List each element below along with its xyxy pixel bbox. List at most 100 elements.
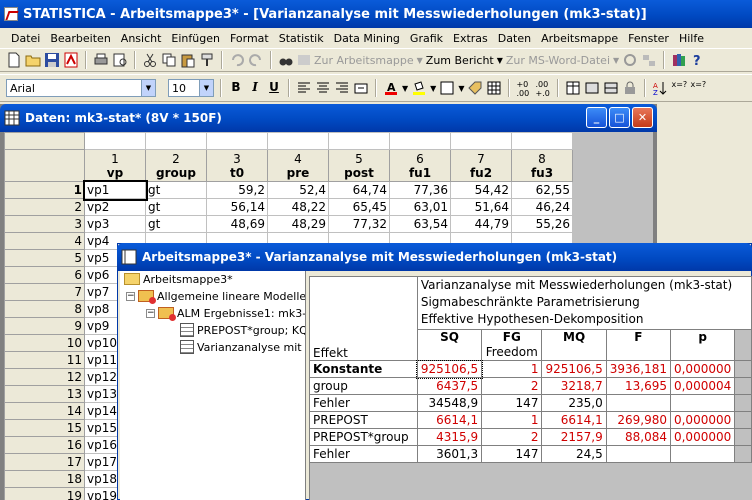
cut-icon[interactable]	[142, 52, 158, 68]
effect-cell[interactable]: Fehler	[309, 394, 418, 412]
data-cell[interactable]: 64,74	[328, 181, 390, 199]
results-cell[interactable]: 1	[481, 411, 543, 429]
results-cell[interactable]: 34548,9	[416, 394, 483, 412]
copy-icon[interactable]	[161, 52, 177, 68]
data-cell[interactable]: 77,32	[328, 215, 390, 233]
font-color-dropdown[interactable]: ▼	[402, 84, 408, 93]
results-column-header[interactable]: p	[669, 328, 736, 362]
new-file-icon[interactable]	[6, 52, 22, 68]
merge-cells-icon[interactable]	[353, 80, 369, 96]
column-header[interactable]: 3 t0	[206, 149, 268, 182]
data-cell[interactable]: gt	[145, 198, 207, 216]
font-size-select[interactable]: 10 ▼	[168, 79, 214, 97]
data-cell[interactable]: 48,29	[267, 215, 329, 233]
results-cell[interactable]: 6614,1	[541, 411, 607, 429]
tag-icon[interactable]	[467, 80, 483, 96]
data-cell[interactable]: vp3	[84, 215, 146, 233]
results-column-header[interactable]: SQ	[416, 328, 483, 362]
menu-item-fenster[interactable]: Fenster	[623, 32, 674, 45]
menu-item-bearbeiten[interactable]: Bearbeiten	[45, 32, 115, 45]
row-header[interactable]: 19	[4, 487, 85, 500]
results-cell[interactable]: 269,980	[605, 411, 671, 429]
results-cell[interactable]: 147	[481, 445, 543, 463]
results-cell[interactable]: 2	[481, 428, 543, 446]
results-cell[interactable]: 6437,5	[416, 377, 483, 395]
grid-icon[interactable]	[486, 80, 502, 96]
effect-cell[interactable]: PREPOST*group	[309, 428, 418, 446]
results-column-header[interactable]: FG Freedom	[481, 328, 543, 362]
tree-item-anova[interactable]: Varianzanalyse mit M	[180, 339, 305, 355]
menu-item-hilfe[interactable]: Hilfe	[674, 32, 709, 45]
help-icon[interactable]: ?	[690, 52, 706, 69]
data-cell[interactable]: 56,14	[206, 198, 268, 216]
row-header[interactable]: 17	[4, 453, 85, 471]
menu-item-einfügen[interactable]: Einfügen	[166, 32, 225, 45]
columns-icon[interactable]	[584, 80, 600, 96]
tree-item-alm-results[interactable]: − ALM Ergebnisse1: mk3-st	[146, 305, 305, 321]
print-icon[interactable]	[93, 52, 109, 68]
menu-item-extras[interactable]: Extras	[448, 32, 493, 45]
increase-decimals-icon[interactable]: +0.00	[516, 80, 532, 98]
results-column-header[interactable]: MQ	[541, 328, 607, 362]
data-cell[interactable]: 48,22	[267, 198, 329, 216]
effect-cell[interactable]: Konstante	[309, 360, 418, 378]
maximize-button[interactable]: □	[609, 107, 630, 128]
formula2-icon[interactable]: x=?	[690, 80, 706, 96]
results-cell[interactable]: 2157,9	[541, 428, 607, 446]
menu-item-datei[interactable]: Datei	[6, 32, 45, 45]
results-cell[interactable]: 3936,181	[605, 360, 671, 378]
data-cell[interactable]: gt	[145, 181, 207, 199]
row-header[interactable]: 1	[4, 181, 85, 199]
row-header[interactable]: 2	[4, 198, 85, 216]
row-header[interactable]: 7	[4, 283, 85, 301]
results-cell[interactable]: 88,084	[605, 428, 671, 446]
results-cell[interactable]: 0,000000	[669, 360, 736, 378]
decrease-decimals-icon[interactable]: .00 +.0	[535, 80, 551, 98]
to-report-button[interactable]: Zum Bericht ▼	[426, 54, 503, 67]
row-header[interactable]: 16	[4, 436, 85, 454]
row-header[interactable]: 10	[4, 334, 85, 352]
redo-icon[interactable]	[248, 52, 264, 68]
results-cell[interactable]: 6614,1	[416, 411, 483, 429]
align-right-icon[interactable]	[334, 80, 350, 96]
font-color-icon[interactable]: A	[383, 80, 399, 96]
books-icon[interactable]	[671, 52, 687, 68]
results-cell[interactable]: 0,000004	[669, 377, 736, 395]
results-cell[interactable]: 147	[481, 394, 543, 412]
row-header[interactable]: 5	[4, 249, 85, 267]
data-cell[interactable]: 52,4	[267, 181, 329, 199]
to-workbook-button[interactable]: Zur Arbeitsmappe ▼	[297, 53, 423, 67]
menu-item-format[interactable]: Format	[225, 32, 274, 45]
column-header[interactable]: 6 fu1	[389, 149, 451, 182]
undo-icon[interactable]	[229, 52, 245, 68]
results-cell[interactable]: 3601,3	[416, 445, 483, 463]
tree-item-glm[interactable]: − Allgemeine lineare Modelle (A	[126, 288, 305, 304]
menu-item-arbeitsmappe[interactable]: Arbeitsmappe	[536, 32, 623, 45]
results-spreadsheet[interactable]: Effekt Varianzanalyse mit Messwiederholun…	[309, 276, 752, 500]
data-cell[interactable]: 63,54	[389, 215, 451, 233]
lock-icon[interactable]	[622, 80, 638, 96]
row-header[interactable]: 8	[4, 300, 85, 318]
data-cell[interactable]: vp1	[82, 179, 148, 201]
column-header[interactable]: 7 fu2	[450, 149, 512, 182]
tree-item-workbook[interactable]: Arbeitsmappe3*	[124, 271, 233, 287]
row-header[interactable]: 11	[4, 351, 85, 369]
menu-item-grafik[interactable]: Grafik	[405, 32, 448, 45]
underline-icon[interactable]: U	[266, 80, 282, 96]
fill-color-dropdown[interactable]: ▼	[430, 84, 436, 93]
results-column-header[interactable]: F	[605, 328, 671, 362]
results-cell[interactable]: 235,0	[541, 394, 607, 412]
data-cell[interactable]: 62,55	[511, 181, 573, 199]
to-word-button[interactable]: Zur MS-Word-Datei ▼	[506, 54, 619, 67]
results-cell[interactable]: 0,000000	[669, 428, 736, 446]
row-header[interactable]: 6	[4, 266, 85, 284]
data-cell[interactable]: 77,36	[389, 181, 451, 199]
row-header[interactable]: 13	[4, 385, 85, 403]
borders-icon[interactable]	[439, 80, 455, 96]
workbook-tree[interactable]: Arbeitsmappe3* − Allgemeine lineare Model…	[120, 271, 306, 500]
results-cell[interactable]: 3218,7	[541, 377, 607, 395]
results-cell[interactable]: 24,5	[541, 445, 607, 463]
italic-icon[interactable]: I	[247, 80, 263, 96]
format-painter-icon[interactable]	[199, 52, 215, 68]
menu-item-statistik[interactable]: Statistik	[274, 32, 329, 45]
